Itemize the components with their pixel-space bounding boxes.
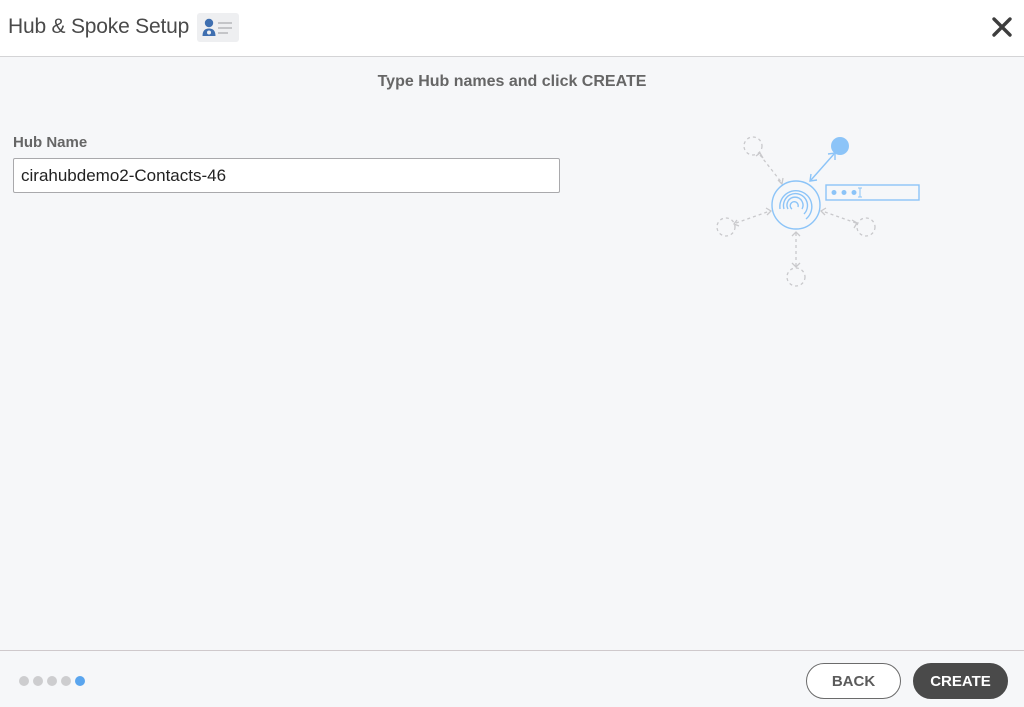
hub-name-label: Hub Name (13, 134, 88, 151)
step-dot (33, 676, 43, 686)
instruction-text: Type Hub names and click CREATE (377, 73, 647, 90)
step-dot (19, 676, 29, 686)
hub-spoke-illustration (700, 125, 940, 295)
step-indicator (19, 676, 85, 686)
close-button[interactable] (989, 14, 1015, 40)
create-button[interactable]: CREATE (913, 663, 1008, 699)
close-icon (992, 17, 1012, 37)
footer-divider (0, 650, 1024, 651)
dialog-title: Hub & Spoke Setup (8, 15, 190, 38)
step-dot (61, 676, 71, 686)
hub-name-input[interactable] (13, 158, 560, 193)
step-dot (47, 676, 57, 686)
contact-card-icon (197, 13, 239, 42)
back-button[interactable]: BACK (806, 663, 901, 699)
dialog-header: Hub & Spoke Setup (0, 0, 1024, 57)
step-dot-active (75, 676, 85, 686)
